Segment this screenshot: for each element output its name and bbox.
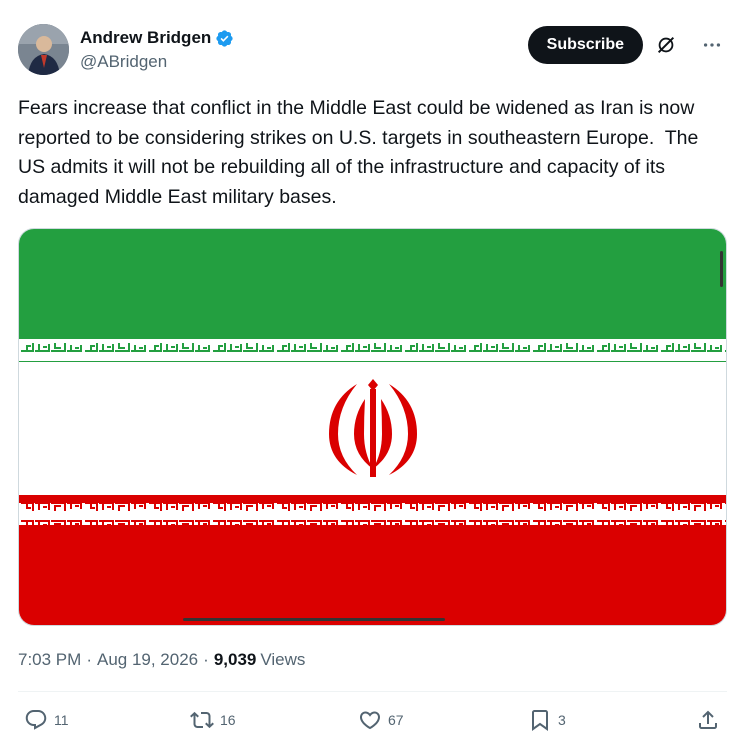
tweet-time[interactable]: 7:03 PM bbox=[18, 650, 81, 670]
tweet-header: Andrew Bridgen @ABridgen Subscribe bbox=[18, 24, 729, 80]
action-bar: 11 16 67 3 bbox=[18, 708, 727, 738]
reply-count: 11 bbox=[54, 712, 69, 728]
repost-button[interactable]: 16 bbox=[190, 708, 236, 732]
tweet-media[interactable] bbox=[18, 228, 727, 626]
share-icon bbox=[699, 710, 717, 729]
horizontal-scrollbar[interactable] bbox=[183, 618, 445, 621]
more-icon[interactable] bbox=[701, 34, 723, 56]
reply-icon bbox=[25, 710, 47, 730]
handle[interactable]: @ABridgen bbox=[80, 52, 167, 72]
like-count: 67 bbox=[388, 712, 404, 728]
bookmark-button[interactable]: 3 bbox=[528, 708, 566, 732]
name-row: Andrew Bridgen bbox=[80, 28, 234, 48]
tweet-date[interactable]: Aug 19, 2026 bbox=[97, 650, 198, 670]
repost-icon bbox=[190, 711, 214, 729]
tweet-meta: 7:03 PM · Aug 19, 2026 · 9,039 Views bbox=[18, 650, 305, 670]
vertical-scrollbar[interactable] bbox=[720, 251, 723, 287]
bookmark-count: 3 bbox=[558, 712, 566, 728]
grok-icon[interactable] bbox=[655, 34, 677, 56]
like-icon bbox=[359, 711, 381, 730]
meta-separator: · bbox=[203, 650, 209, 669]
like-button[interactable]: 67 bbox=[358, 708, 404, 732]
views-label: Views bbox=[260, 650, 306, 669]
bookmark-icon bbox=[532, 710, 548, 731]
verified-badge-icon bbox=[216, 29, 233, 47]
display-name[interactable]: Andrew Bridgen bbox=[80, 28, 211, 48]
avatar[interactable] bbox=[18, 24, 69, 75]
reply-button[interactable]: 11 bbox=[24, 708, 69, 732]
subscribe-button[interactable]: Subscribe bbox=[527, 26, 643, 64]
tweet-text: Fears increase that conflict in the Midd… bbox=[18, 97, 704, 208]
iran-flag-image bbox=[19, 229, 726, 625]
meta-separator: · bbox=[86, 650, 92, 669]
views-count: 9,039 bbox=[213, 650, 257, 669]
share-button[interactable] bbox=[696, 708, 720, 732]
divider bbox=[18, 691, 727, 692]
repost-count: 16 bbox=[220, 712, 236, 728]
